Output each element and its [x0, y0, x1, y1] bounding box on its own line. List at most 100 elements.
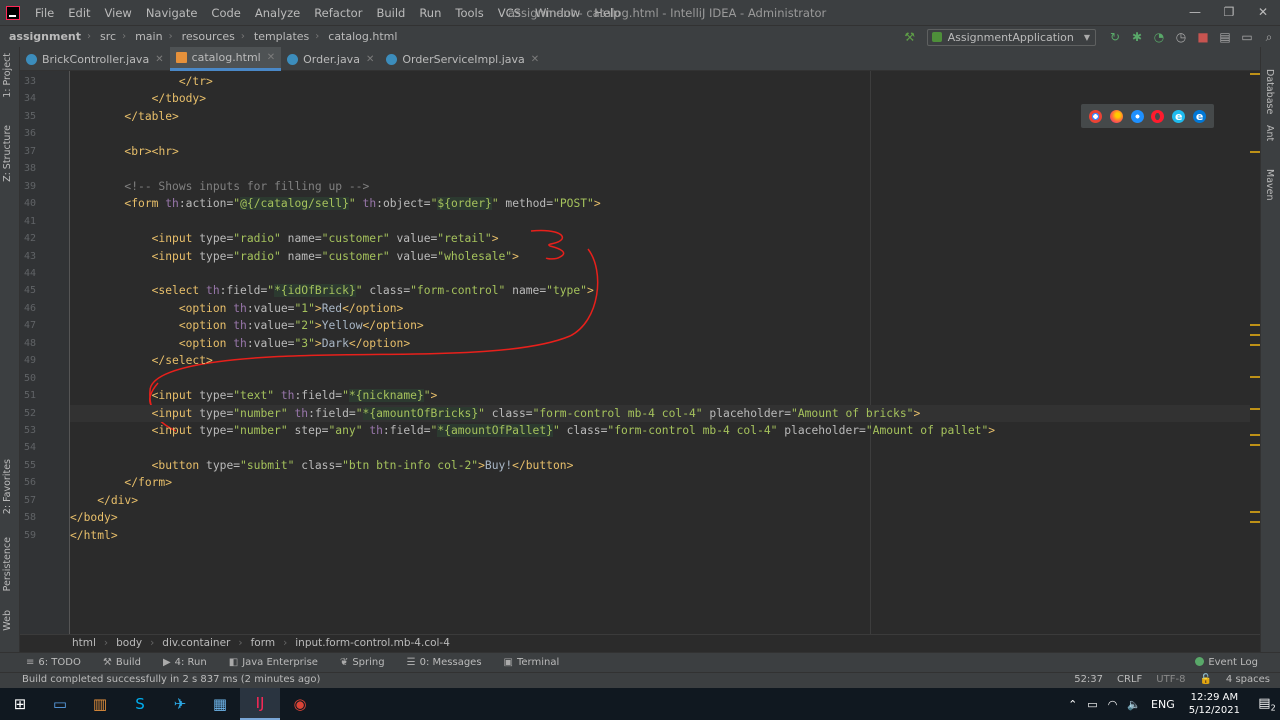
- code-line[interactable]: <!-- Shows inputs for filling up -->: [70, 178, 1250, 195]
- breadcrumb-html[interactable]: html: [20, 637, 102, 649]
- warning-marker[interactable]: [1250, 151, 1260, 153]
- breadcrumb-div[interactable]: div.container: [162, 637, 236, 649]
- todo-tool-button[interactable]: ≡ 6: TODO: [0, 657, 91, 668]
- code-line[interactable]: [70, 160, 1250, 177]
- code-line[interactable]: <input type="radio" name="customer" valu…: [70, 248, 1250, 265]
- language-indicator[interactable]: ENG: [1151, 698, 1175, 711]
- code-line[interactable]: </tr>: [70, 73, 1250, 90]
- spring-tool-button[interactable]: ❦ Spring: [328, 657, 395, 668]
- code-editor[interactable]: </tr> </tbody> </table> <br><hr> <!-- Sh…: [70, 71, 1250, 634]
- lock-icon[interactable]: 🔓: [1199, 674, 1211, 685]
- code-line[interactable]: <option th:value="2">Yellow</option>: [70, 317, 1250, 334]
- menu-navigate[interactable]: Navigate: [139, 6, 205, 20]
- warning-marker[interactable]: [1250, 444, 1260, 446]
- code-line[interactable]: <input type="text" th:field="*{nickname}…: [70, 387, 1250, 404]
- warning-marker[interactable]: [1250, 521, 1260, 523]
- code-line[interactable]: </div>: [70, 492, 1250, 509]
- file-explorer-taskbar-icon[interactable]: ▭: [40, 688, 80, 720]
- code-line[interactable]: [70, 213, 1250, 230]
- code-line[interactable]: </select>: [70, 352, 1250, 369]
- stop-icon[interactable]: ■: [1192, 30, 1214, 44]
- menu-refactor[interactable]: Refactor: [307, 6, 369, 20]
- java-enterprise-tool-button[interactable]: ◧ Java Enterprise: [217, 657, 328, 668]
- debug-icon[interactable]: ✱: [1126, 30, 1148, 44]
- clock[interactable]: 12:29 AM 5/12/2021: [1189, 691, 1240, 717]
- menu-code[interactable]: Code: [204, 6, 247, 20]
- database-tool-button[interactable]: Database: [1264, 69, 1275, 114]
- status-message[interactable]: Build completed successfully in 2 s 837 …: [22, 674, 320, 685]
- presentation-icon[interactable]: ▭: [1236, 30, 1258, 44]
- ant-tool-button[interactable]: Ant: [1264, 125, 1275, 141]
- breadcrumb-form[interactable]: form: [251, 637, 281, 649]
- close-icon[interactable]: ✕: [155, 54, 163, 65]
- run-configuration-select[interactable]: AssignmentApplication ▼: [926, 28, 1096, 46]
- code-line[interactable]: <br><hr>: [70, 143, 1250, 160]
- warning-marker[interactable]: [1250, 511, 1260, 513]
- code-line[interactable]: </form>: [70, 474, 1250, 491]
- notification-center-icon[interactable]: ▤2: [1254, 696, 1280, 713]
- rerun-icon[interactable]: ↻: [1104, 30, 1126, 44]
- menu-edit[interactable]: Edit: [61, 6, 97, 20]
- edge-icon[interactable]: e: [1193, 109, 1207, 123]
- menu-build[interactable]: Build: [369, 6, 412, 20]
- nav-crumb-src[interactable]: src: [91, 30, 116, 43]
- code-line[interactable]: [70, 125, 1250, 142]
- caret-position[interactable]: 52:37: [1074, 674, 1103, 685]
- project-tool-button[interactable]: 1: Project: [2, 53, 13, 98]
- warning-marker[interactable]: [1250, 344, 1260, 346]
- safari-icon[interactable]: [1130, 109, 1144, 123]
- menu-run[interactable]: Run: [412, 6, 448, 20]
- close-icon[interactable]: ✕: [267, 52, 275, 63]
- close-icon[interactable]: ✕: [531, 54, 539, 65]
- indent-setting[interactable]: 4 spaces: [1226, 674, 1270, 685]
- nav-crumb-resources[interactable]: resources: [173, 30, 235, 43]
- event-log-button[interactable]: Event Log: [1195, 657, 1258, 668]
- profile-icon[interactable]: ◷: [1170, 30, 1192, 44]
- code-line[interactable]: </table>: [70, 108, 1250, 125]
- nav-crumb-file[interactable]: catalog.html: [319, 30, 397, 43]
- code-line[interactable]: <input type="radio" name="customer" valu…: [70, 230, 1250, 247]
- warning-marker[interactable]: [1250, 408, 1260, 410]
- maven-tool-button[interactable]: Maven: [1264, 169, 1275, 201]
- start-button[interactable]: ⊞: [0, 688, 40, 720]
- minimize-button[interactable]: —: [1178, 0, 1212, 25]
- chrome-taskbar-icon[interactable]: ◉: [280, 688, 320, 720]
- nav-crumb-project[interactable]: assignment: [0, 30, 81, 43]
- volume-icon[interactable]: 🔈: [1127, 698, 1141, 711]
- code-line[interactable]: [70, 370, 1250, 387]
- tab-brickcontroller[interactable]: BrickController.java ✕: [20, 47, 170, 71]
- nav-crumb-main[interactable]: main: [126, 30, 162, 43]
- run-tool-button[interactable]: ▶ 4: Run: [151, 657, 217, 668]
- wifi-icon[interactable]: ◠: [1108, 698, 1118, 711]
- winrar-taskbar-icon[interactable]: ▥: [80, 688, 120, 720]
- breadcrumb-body[interactable]: body: [116, 637, 148, 649]
- web-tool-button[interactable]: Web: [2, 610, 13, 631]
- code-line[interactable]: </tbody>: [70, 90, 1250, 107]
- code-line[interactable]: <select th:field="*{idOfBrick}" class="f…: [70, 282, 1250, 299]
- menu-file[interactable]: File: [28, 6, 61, 20]
- build-hammer-icon[interactable]: ⚒: [903, 30, 917, 44]
- code-line[interactable]: <input type="number" step="any" th:field…: [70, 422, 1250, 439]
- warning-marker[interactable]: [1250, 324, 1260, 326]
- structure-tool-button[interactable]: Z: Structure: [2, 125, 13, 182]
- tab-orderserviceimpl[interactable]: OrderServiceImpl.java ✕: [380, 47, 545, 71]
- chevron-up-icon[interactable]: ⌃: [1068, 698, 1077, 711]
- code-line[interactable]: <button type="submit" class="btn btn-inf…: [70, 457, 1250, 474]
- favorites-tool-button[interactable]: 2: Favorites: [2, 459, 13, 514]
- telegram-taskbar-icon[interactable]: ✈: [160, 688, 200, 720]
- menu-view[interactable]: View: [98, 6, 139, 20]
- tab-order-java[interactable]: Order.java ✕: [281, 47, 380, 71]
- chrome-icon[interactable]: [1088, 109, 1102, 123]
- skype-taskbar-icon[interactable]: S: [120, 688, 160, 720]
- terminal-tool-button[interactable]: ▣ Terminal: [492, 657, 570, 668]
- menu-analyze[interactable]: Analyze: [248, 6, 307, 20]
- project-structure-icon[interactable]: ▤: [1214, 30, 1236, 44]
- code-line[interactable]: <option th:value="3">Dark</option>: [70, 335, 1250, 352]
- messages-tool-button[interactable]: ☰ 0: Messages: [395, 657, 492, 668]
- code-line[interactable]: <input type="number" th:field="*{amountO…: [70, 404, 1250, 422]
- code-line[interactable]: </html>: [70, 527, 1250, 544]
- warning-marker[interactable]: [1250, 73, 1260, 75]
- close-window-button[interactable]: ✕: [1246, 0, 1280, 25]
- remote-desktop-taskbar-icon[interactable]: ▦: [200, 688, 240, 720]
- code-line[interactable]: <option th:value="1">Red</option>: [70, 300, 1250, 317]
